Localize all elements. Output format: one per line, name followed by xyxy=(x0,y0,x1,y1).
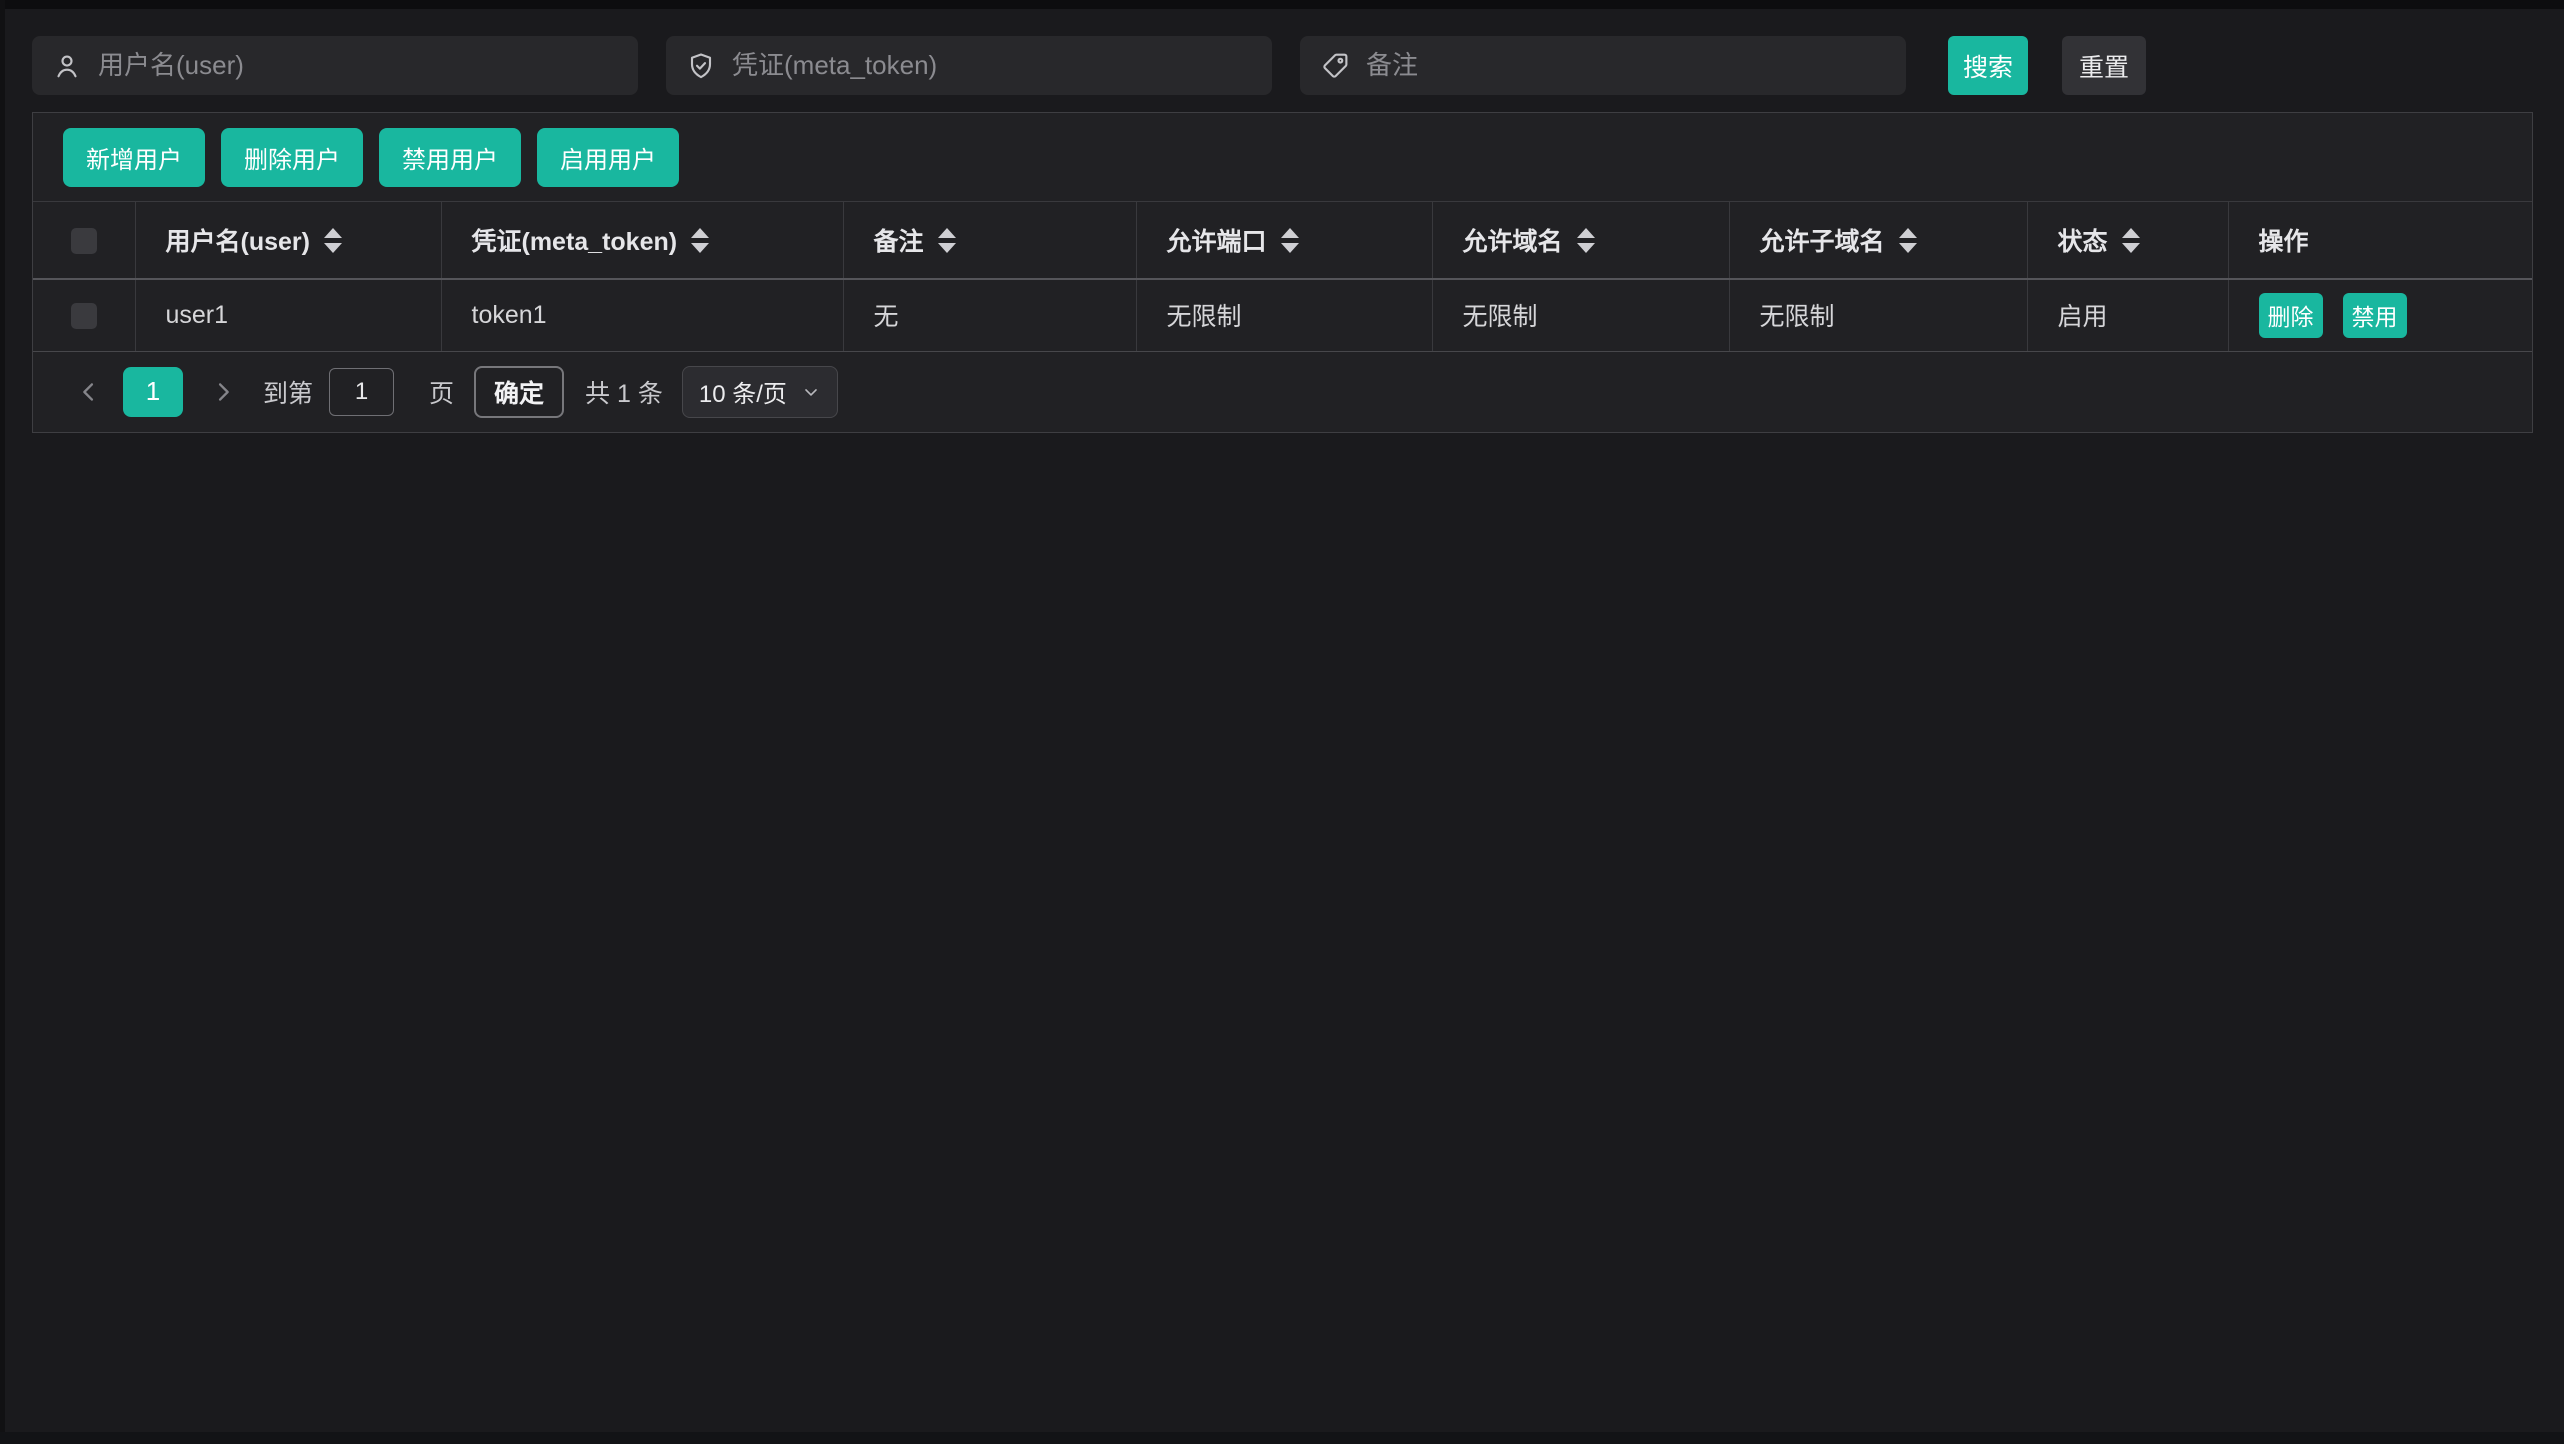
page-size-select[interactable]: 10 条/页 xyxy=(682,366,838,418)
sort-icon[interactable] xyxy=(1577,228,1595,253)
column-label: 允许域名 xyxy=(1463,222,1563,258)
users-panel: 新增用户 删除用户 禁用用户 启用用户 用户名(user) xyxy=(32,112,2533,433)
row-check-cell xyxy=(33,279,135,351)
cell-status: 启用 xyxy=(2027,279,2228,351)
sort-icon[interactable] xyxy=(324,228,342,253)
note-search-input[interactable] xyxy=(1366,50,1886,81)
search-bar: 搜索 重置 xyxy=(32,36,2532,95)
cell-ports: 无限制 xyxy=(1136,279,1432,351)
pagination: 1 到第 页 确定 共 1 条 10 条/页 xyxy=(33,352,2532,432)
column-label: 操作 xyxy=(2259,222,2309,258)
total-count-label: 共 1 条 xyxy=(585,374,663,410)
column-header-ports[interactable]: 允许端口 xyxy=(1136,202,1432,279)
window-left-edge xyxy=(0,0,5,1444)
row-disable-button[interactable]: 禁用 xyxy=(2343,293,2407,338)
reset-button[interactable]: 重置 xyxy=(2062,36,2146,95)
chevron-left-icon xyxy=(75,378,103,406)
token-search-field[interactable] xyxy=(666,36,1272,95)
table-header-row: 用户名(user) 凭证(meta_token) 备注 xyxy=(33,202,2532,279)
select-all-header-cell xyxy=(33,202,135,279)
page-size-value: 10 条/页 xyxy=(699,374,787,409)
column-label: 用户名(user) xyxy=(166,222,310,258)
column-header-username[interactable]: 用户名(user) xyxy=(135,202,441,279)
column-label: 状态 xyxy=(2058,222,2108,258)
row-delete-button[interactable]: 删除 xyxy=(2259,293,2323,338)
token-search-input[interactable] xyxy=(732,50,1252,81)
column-header-subdomains[interactable]: 允许子域名 xyxy=(1729,202,2027,279)
sort-icon[interactable] xyxy=(2122,228,2140,253)
shield-check-icon xyxy=(686,51,716,81)
delete-user-button[interactable]: 删除用户 xyxy=(221,128,363,187)
sort-icon[interactable] xyxy=(691,228,709,253)
column-header-token[interactable]: 凭证(meta_token) xyxy=(441,202,843,279)
table-row: user1 token1 无 无限制 无限制 无限制 启用 删除 禁用 xyxy=(33,279,2532,351)
window-bottom-edge xyxy=(0,1432,2564,1444)
sort-icon[interactable] xyxy=(938,228,956,253)
column-label: 允许端口 xyxy=(1167,222,1267,258)
disable-user-button[interactable]: 禁用用户 xyxy=(379,128,521,187)
column-label: 允许子域名 xyxy=(1760,222,1885,258)
cell-actions: 删除 禁用 xyxy=(2228,279,2532,351)
column-header-note[interactable]: 备注 xyxy=(843,202,1136,279)
select-all-checkbox[interactable] xyxy=(71,228,97,254)
sort-icon[interactable] xyxy=(1899,228,1917,253)
cell-domains: 无限制 xyxy=(1432,279,1729,351)
jump-prefix-label: 到第 xyxy=(263,374,313,410)
enable-user-button[interactable]: 启用用户 xyxy=(537,128,679,187)
toolbar: 新增用户 删除用户 禁用用户 启用用户 xyxy=(33,113,2532,202)
page-jump-input[interactable] xyxy=(329,368,394,416)
confirm-button[interactable]: 确定 xyxy=(474,366,564,418)
cell-subdomains: 无限制 xyxy=(1729,279,2027,351)
username-search-field[interactable] xyxy=(32,36,638,95)
column-header-status[interactable]: 状态 xyxy=(2027,202,2228,279)
chevron-right-icon xyxy=(209,378,237,406)
row-checkbox[interactable] xyxy=(71,303,97,329)
note-search-field[interactable] xyxy=(1300,36,1906,95)
sort-icon[interactable] xyxy=(1281,228,1299,253)
column-header-actions: 操作 xyxy=(2228,202,2532,279)
search-button[interactable]: 搜索 xyxy=(1948,36,2028,95)
column-label: 备注 xyxy=(874,222,924,258)
column-label: 凭证(meta_token) xyxy=(472,222,678,258)
users-table: 用户名(user) 凭证(meta_token) 备注 xyxy=(33,202,2532,352)
column-header-domains[interactable]: 允许域名 xyxy=(1432,202,1729,279)
tag-icon xyxy=(1320,51,1350,81)
username-search-input[interactable] xyxy=(98,50,618,81)
prev-page-button[interactable] xyxy=(71,374,107,410)
add-user-button[interactable]: 新增用户 xyxy=(63,128,205,187)
cell-note: 无 xyxy=(843,279,1136,351)
page-1-button[interactable]: 1 xyxy=(123,367,183,417)
jump-suffix-label: 页 xyxy=(429,374,454,410)
next-page-button[interactable] xyxy=(205,374,241,410)
user-icon xyxy=(52,51,82,81)
cell-username: user1 xyxy=(135,279,441,351)
chevron-down-icon xyxy=(801,382,821,402)
cell-token: token1 xyxy=(441,279,843,351)
window-top-edge xyxy=(0,0,2564,9)
